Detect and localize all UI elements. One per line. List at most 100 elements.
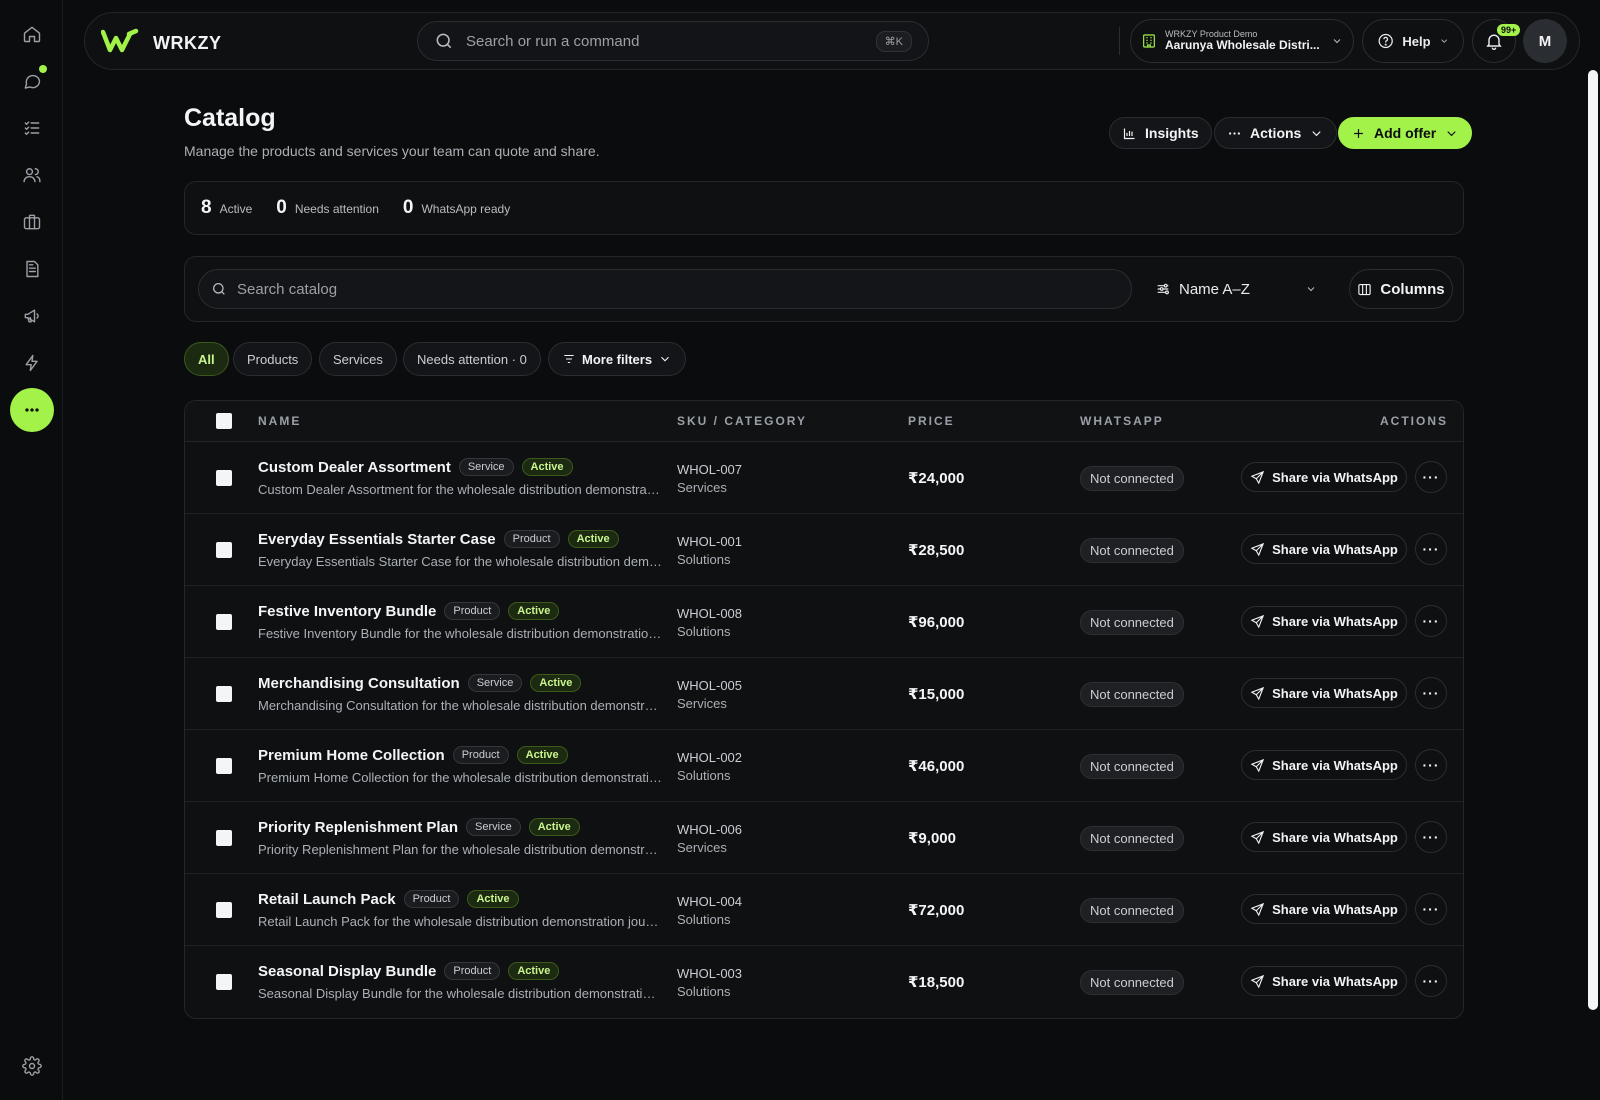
columns-button[interactable]: Columns xyxy=(1349,269,1453,309)
column-header-price[interactable]: PRICE xyxy=(908,414,955,428)
add-offer-label: Add offer xyxy=(1374,125,1437,141)
offer-description: Priority Replenishment Plan for the whol… xyxy=(258,842,662,857)
column-header-sku[interactable]: SKU / CATEGORY xyxy=(677,414,807,428)
offer-name[interactable]: Custom Dealer Assortment xyxy=(258,459,451,476)
status-badge: Active xyxy=(528,818,580,836)
workspace-switcher[interactable]: WRKZY Product Demo Aarunya Wholesale Dis… xyxy=(1130,19,1354,63)
offer-name[interactable]: Seasonal Display Bundle xyxy=(258,963,436,980)
share-via-whatsapp-button[interactable]: Share via WhatsApp xyxy=(1241,678,1407,708)
share-via-whatsapp-button[interactable]: Share via WhatsApp xyxy=(1241,894,1407,924)
table-row[interactable]: Merchandising Consultation Service Active M… xyxy=(185,658,1463,730)
row-more-actions-button[interactable]: ··· xyxy=(1415,893,1447,925)
whatsapp-status-badge: Not connected xyxy=(1080,682,1184,707)
offer-price: ₹28,500 xyxy=(908,542,965,559)
row-more-actions-button[interactable]: ··· xyxy=(1415,965,1447,997)
row-checkbox[interactable] xyxy=(216,830,232,846)
offer-description: Merchandising Consultation for the whole… xyxy=(258,698,662,713)
contacts-icon[interactable] xyxy=(10,153,54,197)
row-checkbox[interactable] xyxy=(216,686,232,702)
share-via-whatsapp-button[interactable]: Share via WhatsApp xyxy=(1241,750,1407,780)
catalog-search-input[interactable] xyxy=(237,280,1119,298)
row-checkbox[interactable] xyxy=(216,542,232,558)
settings-gear-icon[interactable] xyxy=(10,1044,54,1088)
add-offer-button[interactable]: Add offer xyxy=(1338,117,1473,149)
status-badge: Active xyxy=(516,746,568,764)
offer-description: Seasonal Display Bundle for the wholesal… xyxy=(258,986,662,1001)
status-badge: Active xyxy=(467,890,519,908)
share-via-whatsapp-button[interactable]: Share via WhatsApp xyxy=(1241,822,1407,852)
row-more-actions-button[interactable]: ··· xyxy=(1415,821,1447,853)
share-via-whatsapp-button[interactable]: Share via WhatsApp xyxy=(1241,534,1407,564)
more-filters-button[interactable]: More filters xyxy=(548,342,687,376)
status-badge: Active xyxy=(508,602,560,620)
send-icon xyxy=(1250,758,1265,772)
tasks-icon[interactable] xyxy=(10,106,54,150)
columns-label: Columns xyxy=(1380,280,1445,298)
offer-type-badge: Product xyxy=(403,890,460,908)
app-logo[interactable]: WRKZY xyxy=(100,28,222,59)
row-more-actions-button[interactable]: ··· xyxy=(1415,749,1447,781)
help-label: Help xyxy=(1402,33,1431,49)
workspace-label: WRKZY Product Demo xyxy=(1165,28,1258,39)
table-row[interactable]: Retail Launch Pack Product Active Retail La… xyxy=(185,874,1463,946)
divider xyxy=(1119,27,1120,55)
stat-needs-attention: 0 Needs attention xyxy=(276,197,379,219)
sort-label: Name A–Z xyxy=(1179,280,1250,298)
offer-name[interactable]: Festive Inventory Bundle xyxy=(258,603,436,620)
offer-name[interactable]: Everyday Essentials Starter Case xyxy=(258,531,496,548)
offer-type-badge: Product xyxy=(444,602,501,620)
actions-button[interactable]: Actions xyxy=(1214,117,1338,149)
user-avatar[interactable]: M xyxy=(1523,19,1567,63)
row-checkbox[interactable] xyxy=(216,470,232,486)
table-row[interactable]: Everyday Essentials Starter Case Product A… xyxy=(185,514,1463,586)
sort-select[interactable]: Name A–Z xyxy=(1143,269,1329,309)
row-more-actions-button[interactable]: ··· xyxy=(1415,533,1447,565)
command-search[interactable]: Search or run a command ⌘K xyxy=(417,21,929,61)
table-row[interactable]: Premium Home Collection Product Active Prem… xyxy=(185,730,1463,802)
offer-name[interactable]: Retail Launch Pack xyxy=(258,891,396,908)
table-row[interactable]: Festive Inventory Bundle Product Active Fes… xyxy=(185,586,1463,658)
row-checkbox[interactable] xyxy=(216,614,232,630)
offer-name[interactable]: Premium Home Collection xyxy=(258,747,445,764)
offer-name[interactable]: Priority Replenishment Plan xyxy=(258,819,458,836)
row-checkbox[interactable] xyxy=(216,758,232,774)
chat-icon[interactable] xyxy=(10,59,54,103)
insights-button[interactable]: Insights xyxy=(1109,117,1212,149)
table-row[interactable]: Priority Replenishment Plan Service Active… xyxy=(185,802,1463,874)
row-checkbox[interactable] xyxy=(216,974,232,990)
lightning-icon[interactable] xyxy=(10,341,54,385)
document-icon[interactable] xyxy=(10,247,54,291)
row-more-actions-button[interactable]: ··· xyxy=(1415,605,1447,637)
select-all-checkbox[interactable] xyxy=(216,413,232,429)
offer-price: ₹18,500 xyxy=(908,974,965,991)
share-label: Share via WhatsApp xyxy=(1272,685,1398,701)
briefcase-icon[interactable] xyxy=(10,200,54,244)
stat-value: 0 xyxy=(402,197,414,218)
filter-all[interactable]: All xyxy=(184,342,229,376)
megaphone-icon[interactable] xyxy=(10,294,54,338)
home-icon[interactable] xyxy=(10,12,54,56)
filter-products[interactable]: Products xyxy=(233,342,313,376)
stat-value: 0 xyxy=(276,197,287,218)
column-header-name[interactable]: NAME xyxy=(258,414,301,428)
row-more-actions-button[interactable]: ··· xyxy=(1415,677,1447,709)
column-header-whatsapp[interactable]: WHATSAPP xyxy=(1080,414,1164,428)
send-icon xyxy=(1250,470,1265,484)
share-via-whatsapp-button[interactable]: Share via WhatsApp xyxy=(1241,606,1407,636)
help-button[interactable]: Help xyxy=(1362,19,1464,63)
page-scrollbar-thumb[interactable] xyxy=(1588,70,1598,1010)
table-row[interactable]: Seasonal Display Bundle Product Active Seas… xyxy=(185,946,1463,1018)
row-checkbox[interactable] xyxy=(216,902,232,918)
offer-name[interactable]: Merchandising Consultation xyxy=(258,675,460,692)
catalog-search[interactable] xyxy=(198,269,1132,309)
more-apps-icon[interactable] xyxy=(10,388,54,432)
row-more-actions-button[interactable]: ··· xyxy=(1415,461,1447,493)
share-via-whatsapp-button[interactable]: Share via WhatsApp xyxy=(1241,462,1407,492)
table-row[interactable]: Custom Dealer Assortment Service Active Cus… xyxy=(185,442,1463,514)
wrkzy-logo-icon xyxy=(100,28,139,59)
filter-needs-attention[interactable]: Needs attention · 0 xyxy=(403,342,541,376)
filter-services[interactable]: Services xyxy=(319,342,397,376)
filter-icon xyxy=(564,354,574,364)
share-via-whatsapp-button[interactable]: Share via WhatsApp xyxy=(1241,966,1407,996)
notifications-button[interactable]: 99+ xyxy=(1472,19,1521,63)
